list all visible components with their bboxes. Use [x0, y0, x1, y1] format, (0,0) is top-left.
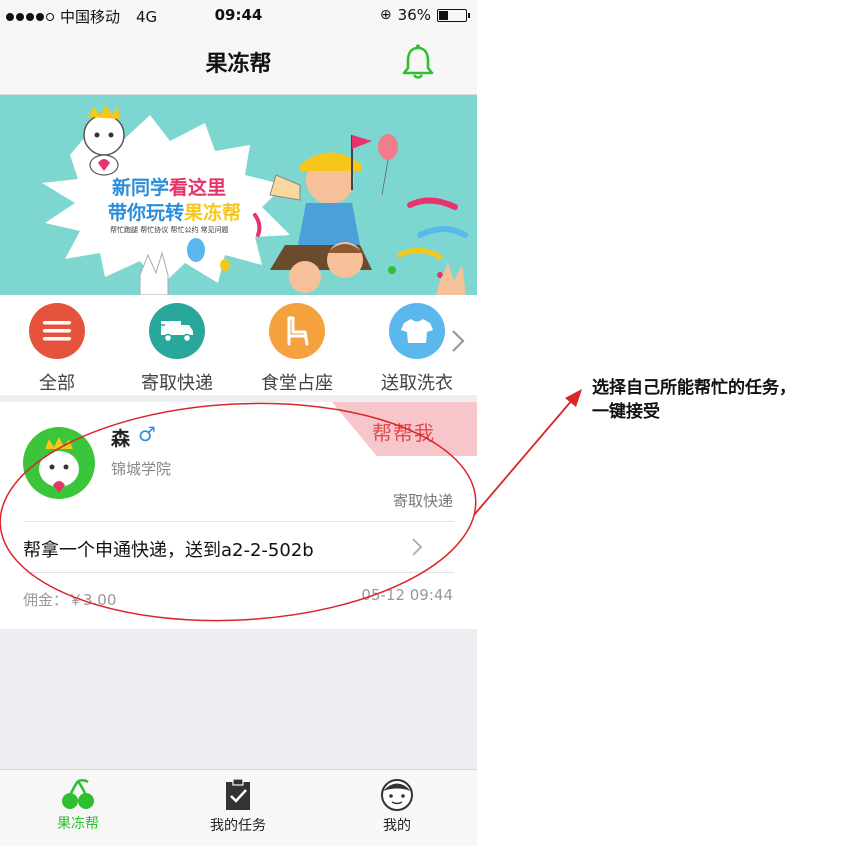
category-label: 送取洗衣 [381, 373, 453, 394]
category-express[interactable]: 寄取快递 [127, 303, 227, 395]
annotation-note: 选择自己所能帮忙的任务， 一键接受 [592, 376, 796, 424]
category-label: 寄取快递 [141, 373, 213, 394]
tab-label: 果冻帮 [57, 816, 99, 832]
status-bar: 中国移动 4G 09:44 ⊕ 36% [0, 0, 477, 30]
divider [23, 521, 454, 522]
cherry-icon [62, 778, 94, 809]
category-label: 食堂占座 [261, 373, 333, 394]
help-me-label: 帮帮我 [372, 421, 435, 445]
tab-label: 我的任务 [210, 818, 266, 834]
annotation-arrow [473, 398, 574, 516]
chevron-right-icon[interactable] [450, 329, 466, 353]
tab-my-tasks[interactable]: 我的任务 [178, 778, 298, 835]
avatar[interactable] [23, 427, 95, 499]
avatar-icon [381, 779, 413, 811]
clipboard-icon [226, 778, 250, 810]
annotation-line-1: 选择自己所能帮忙的任务， [592, 378, 796, 398]
task-card[interactable]: 帮帮我 森 ♂ 锦城学院 寄取快递 帮拿一个申通快递，送到a2-2-502b 佣… [0, 402, 477, 629]
tab-bar: 果冻帮 我的任务 我的 [0, 769, 477, 846]
category-seat[interactable]: 食堂占座 [247, 303, 347, 395]
arrow-head-icon [565, 389, 582, 407]
shirt-icon [389, 303, 445, 359]
task-time: 05-12 09:44 [361, 586, 453, 604]
chevron-right-icon[interactable] [410, 536, 424, 558]
battery-icon [437, 8, 470, 22]
truck-icon [149, 303, 205, 359]
banner-headline-2: 带你玩转果冻帮 [108, 202, 242, 224]
task-fee: 佣金：￥3.00 [23, 591, 117, 609]
task-description[interactable]: 帮拿一个申通快递，送到a2-2-502b [23, 536, 314, 562]
phone-screen: 中国移动 4G 09:44 ⊕ 36% 果冻帮 新同学看这里 带你玩转果冻帮 帮… [0, 0, 477, 846]
nav-bar: 果冻帮 [0, 30, 477, 95]
category-label: 全部 [39, 373, 75, 394]
user-school: 锦城学院 [111, 460, 172, 478]
menu-icon [29, 303, 85, 359]
category-all[interactable]: 全部 [7, 303, 107, 395]
task-category: 寄取快递 [392, 492, 453, 510]
banner-headline-1: 新同学看这里 [112, 177, 227, 199]
tab-label: 我的 [383, 818, 411, 834]
orientation-lock-icon: ⊕ [379, 7, 392, 23]
annotation-line-2: 一键接受 [592, 402, 660, 422]
user-name: 森 [111, 428, 131, 450]
banner-illustration [42, 105, 468, 295]
tab-me[interactable]: 我的 [337, 778, 457, 835]
category-row: 全部 寄取快递 食堂占座 送取洗衣 [0, 295, 477, 395]
cat-avatar-icon [39, 437, 79, 493]
banner-subtext: 帮忙跑腿 帮忙协议 帮忙公约 常见问题 [110, 226, 229, 234]
promo-banner[interactable]: 新同学看这里 带你玩转果冻帮 帮忙跑腿 帮忙协议 帮忙公约 常见问题 [0, 95, 477, 295]
male-icon: ♂ [138, 422, 156, 446]
battery-percent: 36% [397, 6, 431, 24]
bell-icon[interactable] [398, 42, 438, 82]
divider [23, 572, 454, 573]
tab-home[interactable]: 果冻帮 [18, 778, 138, 833]
chair-icon [269, 303, 325, 359]
